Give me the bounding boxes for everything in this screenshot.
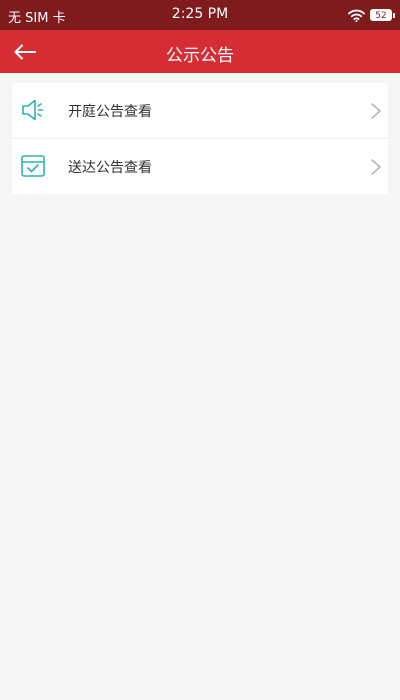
chevron-right-icon <box>371 159 381 175</box>
inbox-check-icon <box>21 155 45 177</box>
battery-level: 52 <box>375 11 387 21</box>
chevron-right-icon <box>371 103 381 119</box>
announcement-menu: 开庭公告查看 送达公告查看 <box>0 83 400 194</box>
navigation-bar: 公示公告 <box>0 30 400 73</box>
menu-item-label: 开庭公告查看 <box>68 104 152 120</box>
speaker-icon <box>22 99 44 121</box>
clock-time: 2:25 PM <box>171 6 229 22</box>
menu-item-service-notice[interactable]: 送达公告查看 <box>12 139 388 194</box>
status-indicators: 52 <box>348 5 395 25</box>
wifi-icon <box>348 9 365 22</box>
status-bar: 无 SIM 卡 2:25 PM 52 <box>0 0 400 30</box>
battery-icon: 52 <box>370 9 395 21</box>
menu-item-court-session-notice[interactable]: 开庭公告查看 <box>12 83 388 139</box>
page-title: 公示公告 <box>166 46 234 66</box>
menu-item-label: 送达公告查看 <box>68 160 152 176</box>
